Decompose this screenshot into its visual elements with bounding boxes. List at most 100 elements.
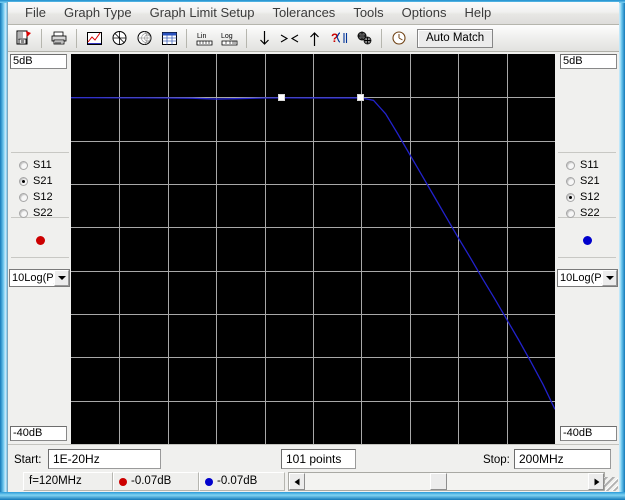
gears-icon[interactable] xyxy=(352,27,376,49)
scroll-left-button[interactable] xyxy=(289,473,305,490)
right-trace-panel: 5dB S11 S21 S12 S22 10Log(P) -40dB xyxy=(556,52,619,444)
toolbar-separator xyxy=(381,28,382,48)
radio-label: S12 xyxy=(33,191,53,203)
menu-graph-type[interactable]: Graph Type xyxy=(55,3,141,23)
auto-match-button[interactable]: Auto Match xyxy=(417,28,494,48)
marker2-readout-value: -0.07dB xyxy=(217,475,258,487)
right-scale-top-value[interactable]: 5dB xyxy=(560,54,617,69)
radio-button-icon xyxy=(566,160,575,170)
radio-label: S11 xyxy=(580,159,599,171)
radio-button-icon xyxy=(566,176,575,186)
right-radio-s11[interactable]: S11 xyxy=(558,157,616,173)
left-trace-panel: 5dB S11 S21 S12 S22 10Log(P) -40dB xyxy=(8,52,71,444)
smith-chart-icon[interactable] xyxy=(132,27,156,49)
marker2-color-dot xyxy=(205,477,213,486)
window-frame-bottom xyxy=(0,492,625,500)
resize-grip-icon[interactable] xyxy=(604,477,618,491)
radio-button-icon xyxy=(19,208,28,218)
menu-file[interactable]: File xyxy=(16,3,55,23)
chevron-down-icon[interactable] xyxy=(54,270,69,286)
left-format-combo-value: 10Log(P) xyxy=(12,272,54,284)
toolbar-separator xyxy=(76,28,77,48)
radio-label: S22 xyxy=(33,207,53,219)
stop-frequency-input[interactable]: 200MHz xyxy=(514,449,611,469)
application-window: File Graph Type Graph Limit Setup Tolerance… xyxy=(0,0,625,500)
horizontal-scrollbar[interactable] xyxy=(288,472,605,491)
query-brace-icon[interactable]: ? xyxy=(327,27,351,49)
radio-label: S21 xyxy=(580,175,600,187)
linear-scale-icon[interactable]: Lin xyxy=(192,27,216,49)
radio-button-icon xyxy=(566,208,575,218)
scroll-right-button[interactable] xyxy=(588,473,604,490)
right-radio-s21[interactable]: S21 xyxy=(558,173,616,189)
right-radio-s22[interactable]: S22 xyxy=(558,205,616,221)
radio-label: S21 xyxy=(33,175,53,187)
menu-graph-limit-setup[interactable]: Graph Limit Setup xyxy=(141,3,264,23)
left-format-combo[interactable]: 10Log(P) xyxy=(9,269,70,287)
save-document-icon[interactable] xyxy=(12,27,36,49)
toolbar: Lin Log ? Auto Match xyxy=(8,25,619,52)
up-arrow-icon[interactable] xyxy=(302,27,326,49)
marker1-color-dot xyxy=(119,477,127,486)
trace-svg xyxy=(71,97,555,410)
menu-tools[interactable]: Tools xyxy=(344,3,392,23)
radio-button-icon xyxy=(566,192,575,202)
rectangular-graph-icon[interactable] xyxy=(82,27,106,49)
left-trace-color-swatch[interactable] xyxy=(11,224,69,258)
points-input[interactable]: 101 points xyxy=(281,449,356,469)
log-scale-icon[interactable]: Log xyxy=(217,27,241,49)
menu-bar: File Graph Type Graph Limit Setup Tolerance… xyxy=(8,2,619,25)
plot-marker-1[interactable] xyxy=(277,93,285,101)
plot-marker-2[interactable] xyxy=(357,93,365,101)
right-radio-s12[interactable]: S12 xyxy=(558,189,616,205)
right-scale-bottom-value[interactable]: -40dB xyxy=(560,426,617,441)
polar-graph-icon[interactable] xyxy=(107,27,131,49)
client-area: File Graph Type Graph Limit Setup Tolerance… xyxy=(7,2,619,492)
svg-text:Log: Log xyxy=(221,33,233,40)
right-format-combo[interactable]: 10Log(P) xyxy=(557,269,618,287)
marker2-readout: -0.07dB xyxy=(199,472,285,491)
toolbar-separator xyxy=(41,28,42,48)
radio-label: S12 xyxy=(580,191,600,203)
marker1-readout: -0.07dB xyxy=(113,472,199,491)
clock-icon[interactable] xyxy=(387,27,411,49)
radio-button-icon xyxy=(19,160,28,170)
down-arrow-icon[interactable] xyxy=(252,27,276,49)
start-frequency-input[interactable]: 1E-20Hz xyxy=(48,449,161,469)
left-scale-bottom-value[interactable]: -40dB xyxy=(10,426,67,441)
menu-options[interactable]: Options xyxy=(393,3,456,23)
frequency-readout: f=120MHz xyxy=(23,472,113,491)
left-radio-s22[interactable]: S22 xyxy=(11,205,69,221)
frequency-readout-value: f=120MHz xyxy=(29,475,82,487)
right-trace-color-swatch[interactable] xyxy=(558,224,616,258)
sweep-settings-row: Start: 1E-20Hz 101 points Stop: 200MHz xyxy=(8,447,619,471)
svg-text:Lin: Lin xyxy=(197,33,206,40)
toolbar-separator xyxy=(186,28,187,48)
right-parameter-radio-group: S11 S21 S12 S22 xyxy=(558,152,616,221)
trace-line xyxy=(71,97,555,410)
scrollbar-thumb[interactable] xyxy=(429,473,447,490)
radio-label: S11 xyxy=(33,159,52,171)
toolbar-separator xyxy=(246,28,247,48)
menu-help[interactable]: Help xyxy=(455,3,500,23)
marker1-readout-value: -0.07dB xyxy=(131,475,172,487)
left-radio-s11[interactable]: S11 xyxy=(11,157,69,173)
radio-label: S22 xyxy=(580,207,600,219)
stop-label: Stop: xyxy=(483,454,510,466)
graph-region: 5dB S11 S21 S12 S22 10Log(P) -40dB 5dB S11 S… xyxy=(8,52,619,444)
left-radio-s21[interactable]: S21 xyxy=(11,173,69,189)
bottom-bar: Start: 1E-20Hz 101 points Stop: 200MHz f… xyxy=(8,444,619,492)
table-grid-icon[interactable] xyxy=(157,27,181,49)
left-scale-top-value[interactable]: 5dB xyxy=(10,54,67,69)
left-parameter-radio-group: S11 S21 S12 S22 xyxy=(11,152,69,221)
radio-button-icon xyxy=(19,192,28,202)
scrollbar-track[interactable] xyxy=(305,473,588,490)
readout-row: f=120MHz -0.07dB -0.07dB xyxy=(8,471,619,492)
start-label: Start: xyxy=(14,454,42,466)
menu-tolerances[interactable]: Tolerances xyxy=(263,3,344,23)
plot-canvas[interactable] xyxy=(71,54,555,444)
left-radio-s12[interactable]: S12 xyxy=(11,189,69,205)
chevron-down-icon[interactable] xyxy=(602,270,617,286)
narrow-span-icon[interactable] xyxy=(277,27,301,49)
print-icon[interactable] xyxy=(47,27,71,49)
